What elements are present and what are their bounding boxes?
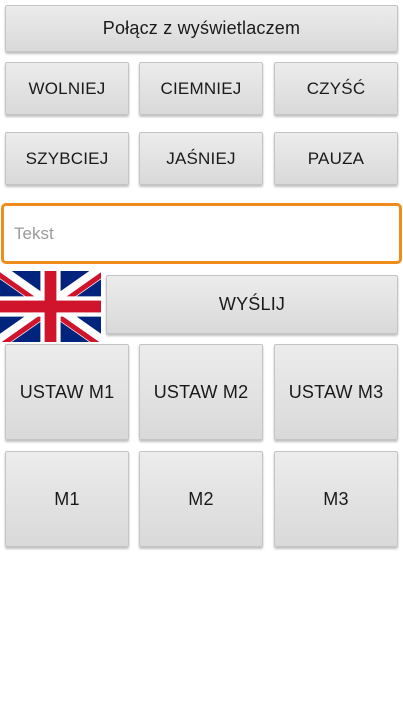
slower-button[interactable]: WOLNIEJ <box>5 62 129 115</box>
pause-button[interactable]: PAUZA <box>274 132 398 185</box>
set-m2-button[interactable]: USTAW M2 <box>139 344 263 440</box>
darker-button[interactable]: CIEMNIEJ <box>139 62 263 115</box>
connect-display-button[interactable]: Połącz z wyświetlaczem <box>5 5 398 52</box>
m2-button[interactable]: M2 <box>139 451 263 547</box>
m1-button[interactable]: M1 <box>5 451 129 547</box>
m3-button[interactable]: M3 <box>274 451 398 547</box>
text-input[interactable] <box>1 203 402 264</box>
set-m1-button[interactable]: USTAW M1 <box>5 344 129 440</box>
send-button[interactable]: WYŚLIJ <box>106 275 398 334</box>
clear-button[interactable]: CZYŚĆ <box>274 62 398 115</box>
faster-button[interactable]: SZYBCIEJ <box>5 132 129 185</box>
brighter-button[interactable]: JAŚNIEJ <box>139 132 263 185</box>
set-m3-button[interactable]: USTAW M3 <box>274 344 398 440</box>
uk-flag-icon[interactable] <box>0 271 101 342</box>
